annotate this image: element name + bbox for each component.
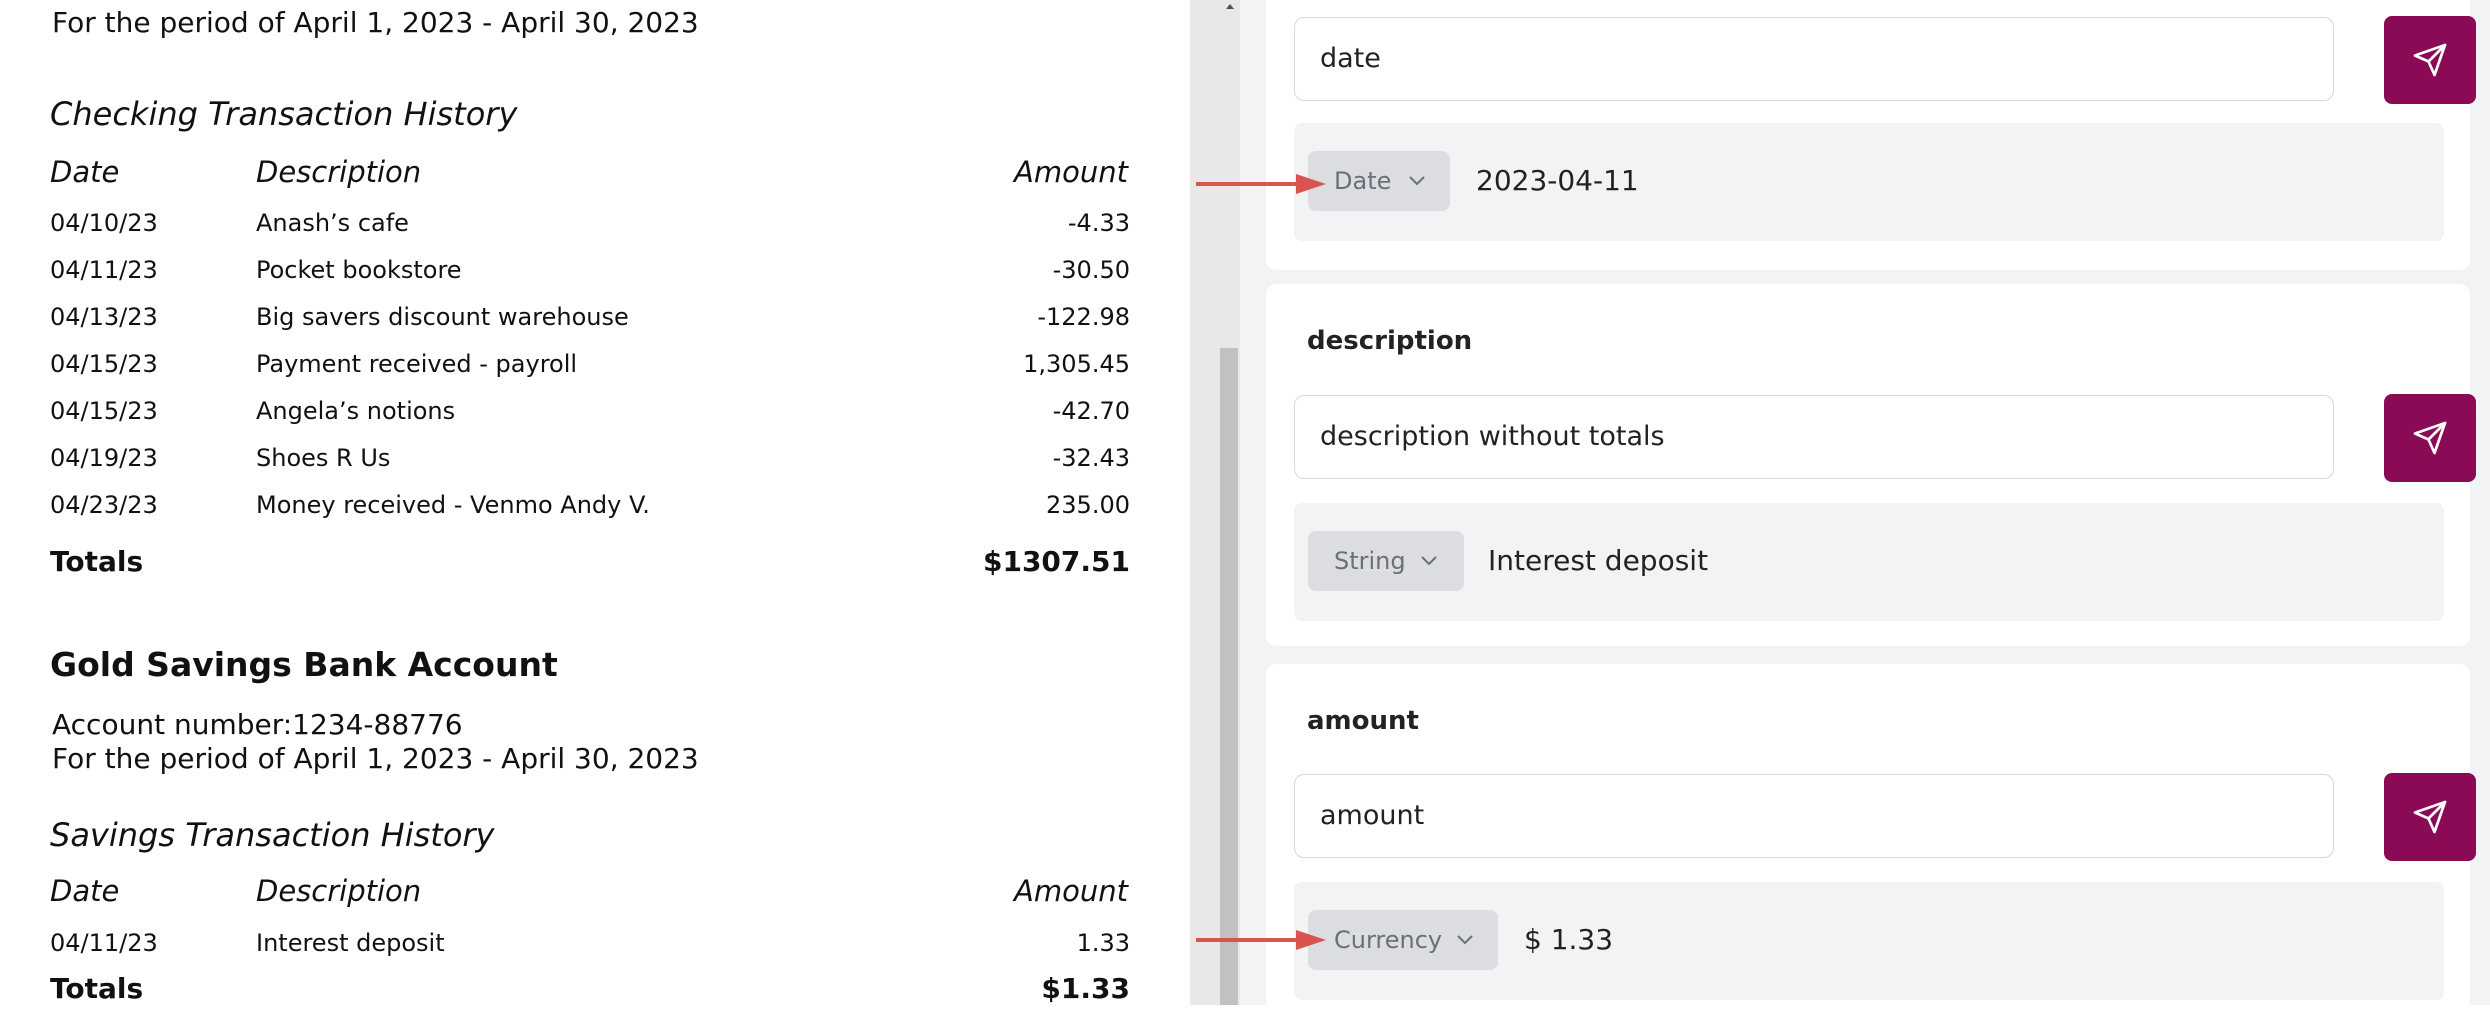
- type-select-label: Date: [1334, 167, 1392, 195]
- description-field-card: description description without totals S…: [1266, 284, 2476, 646]
- send-icon: [2413, 421, 2447, 455]
- row-description: Pocket bookstore: [256, 256, 462, 284]
- arrow-right-icon: [1196, 930, 1326, 950]
- row-amount: -30.50: [1052, 256, 1130, 284]
- savings-history-heading: Savings Transaction History: [50, 816, 495, 854]
- date-type-select[interactable]: Date: [1308, 151, 1450, 211]
- date-field-card: date Date 2023-04-11: [1266, 0, 2476, 270]
- row-amount: -32.43: [1052, 444, 1130, 472]
- scrollbar-thumb[interactable]: [1220, 348, 1238, 1005]
- description-result: String Interest deposit: [1294, 503, 2444, 621]
- table-row: 04/15/23 Angela’s notions -42.70: [0, 397, 1130, 437]
- row-date: 04/10/23: [50, 209, 158, 237]
- row-amount: -42.70: [1052, 397, 1130, 425]
- row-description: Payment received - payroll: [256, 350, 578, 378]
- row-date: 04/11/23: [50, 929, 158, 957]
- type-select-label: Currency: [1334, 926, 1443, 954]
- chevron-down-icon: [1421, 556, 1437, 566]
- extraction-panel: date Date 2023-04-11 description descrip…: [1240, 0, 2490, 1024]
- amount-type-select[interactable]: Currency: [1308, 910, 1498, 970]
- row-date: 04/13/23: [50, 303, 158, 331]
- amount-column-header: Amount: [1014, 874, 1128, 908]
- date-column-header: Date: [50, 155, 120, 189]
- date-result: Date 2023-04-11: [1294, 123, 2444, 241]
- period-text: For the period of April 1, 2023 - April …: [52, 6, 699, 39]
- type-select-label: String: [1334, 547, 1406, 575]
- totals-value: $1.33: [1041, 972, 1130, 1005]
- row-description: Anash’s cafe: [256, 209, 409, 237]
- date-send-button[interactable]: [2384, 16, 2476, 104]
- send-icon: [2413, 800, 2447, 834]
- row-description: Big savers discount warehouse: [256, 303, 629, 331]
- description-type-select[interactable]: String: [1308, 531, 1464, 591]
- row-description: Angela’s notions: [256, 397, 456, 425]
- table-row: 04/10/23 Anash’s cafe -4.33: [0, 209, 1130, 249]
- arrow-right-icon: [1196, 174, 1326, 194]
- amount-send-button[interactable]: [2384, 773, 2476, 861]
- description-result-value: Interest deposit: [1488, 544, 1709, 577]
- date-column-header: Date: [50, 874, 120, 908]
- chevron-down-icon: [1409, 176, 1425, 186]
- scroll-up-arrow-icon[interactable]: [1222, 0, 1238, 14]
- row-amount: 1.33: [1076, 929, 1130, 957]
- row-date: 04/15/23: [50, 350, 158, 378]
- savings-account-heading: Gold Savings Bank Account: [50, 645, 558, 684]
- row-description: Money received - Venmo Andy V.: [256, 491, 650, 519]
- row-date: 04/11/23: [50, 256, 158, 284]
- send-icon: [2413, 43, 2447, 77]
- chevron-down-icon: [1457, 935, 1473, 945]
- row-date: 04/19/23: [50, 444, 158, 472]
- row-amount: 1,305.45: [1023, 350, 1130, 378]
- description-send-button[interactable]: [2384, 394, 2476, 482]
- totals-value: $1307.51: [982, 545, 1130, 578]
- table-row: 04/19/23 Shoes R Us -32.43: [0, 444, 1130, 484]
- amount-field-card: amount amount Currency $ 1.33: [1266, 664, 2476, 1024]
- row-amount: 235.00: [1046, 491, 1130, 519]
- row-amount: -4.33: [1067, 209, 1130, 237]
- amount-field-title: amount: [1307, 706, 1419, 736]
- description-column-header: Description: [256, 874, 422, 908]
- description-field-title: description: [1307, 326, 1473, 356]
- row-description: Shoes R Us: [256, 444, 391, 472]
- row-date: 04/23/23: [50, 491, 158, 519]
- row-date: 04/15/23: [50, 397, 158, 425]
- table-row: 04/11/23 Pocket bookstore -30.50: [0, 256, 1130, 296]
- row-description: Interest deposit: [256, 929, 445, 957]
- table-row: 04/23/23 Money received - Venmo Andy V. …: [0, 491, 1130, 531]
- description-prompt-input[interactable]: description without totals: [1294, 395, 2334, 479]
- amount-prompt-input[interactable]: amount: [1294, 774, 2334, 858]
- date-prompt-input[interactable]: date: [1294, 17, 2334, 101]
- checking-history-heading: Checking Transaction History: [50, 95, 518, 133]
- table-row: 04/15/23 Payment received - payroll 1,30…: [0, 350, 1130, 390]
- account-number: Account number:1234-88776: [52, 708, 463, 741]
- statement-document: For the period of April 1, 2023 - April …: [0, 0, 1190, 1005]
- table-row: 04/11/23 Interest deposit 1.33: [0, 929, 1130, 969]
- table-row: 04/13/23 Big savers discount warehouse -…: [0, 303, 1130, 343]
- amount-result: Currency $ 1.33: [1294, 882, 2444, 1000]
- document-scrollbar[interactable]: [1190, 0, 1240, 1005]
- date-result-value: 2023-04-11: [1476, 164, 1639, 197]
- row-amount: -122.98: [1037, 303, 1130, 331]
- description-column-header: Description: [256, 155, 422, 189]
- amount-column-header: Amount: [1014, 155, 1128, 189]
- amount-result-value: $ 1.33: [1524, 923, 1614, 956]
- savings-period: For the period of April 1, 2023 - April …: [52, 742, 699, 775]
